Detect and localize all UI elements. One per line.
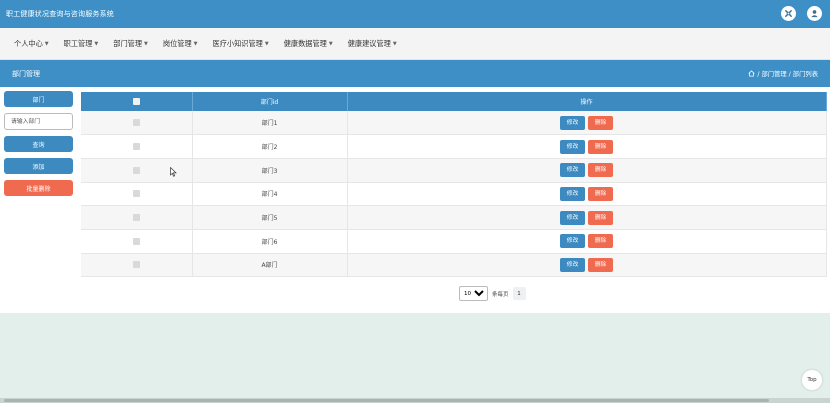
delete-button[interactable]: 删除	[588, 257, 613, 272]
edit-button[interactable]: 修改	[560, 257, 585, 272]
row-checkbox[interactable]	[132, 261, 140, 269]
row-checkbox[interactable]	[132, 166, 140, 174]
page-size-select[interactable]: 10	[459, 286, 488, 301]
row-actions: 修改 删除	[347, 134, 827, 159]
chevron-down-icon: ▼	[328, 40, 333, 47]
chevron-down-icon: ▼	[264, 40, 269, 47]
nav-item-medical-knowledge[interactable]: 医疗小知识管理 ▼	[213, 39, 269, 49]
edit-button[interactable]: 修改	[560, 186, 585, 201]
table-row: 部门2 修改 删除	[81, 134, 827, 159]
delete-button[interactable]: 删除	[588, 115, 613, 130]
page-title: 部门管理	[12, 69, 40, 78]
chevron-down-icon: ▼	[144, 40, 148, 47]
per-page-label: 条每页	[492, 291, 509, 298]
top-header: 职工健康状况查询与咨询服务系统	[0, 0, 830, 28]
nav-label: 部门管理	[113, 38, 143, 48]
table-row: 部门5 修改 删除	[81, 205, 827, 230]
row-actions: 修改 删除	[347, 253, 827, 278]
content-panel: 部门 查询 添加 批量删除 部门id 操作 部门1 修改删除 部门2 修改删除	[0, 87, 830, 313]
table-row: 部门3 修改 删除	[81, 158, 827, 183]
row-checkbox[interactable]	[132, 119, 140, 127]
chevron-down-icon: ▼	[392, 40, 397, 47]
main-nav: 个人中心 ▼ 职工管理 ▼ 部门管理 ▼ 岗位管理 ▼ 医疗小知识管理 ▼ 健康数据管理 ▼…	[0, 28, 830, 60]
delete-button[interactable]: 删除	[588, 186, 613, 201]
edit-button[interactable]: 修改	[560, 210, 585, 225]
nav-item-staff[interactable]: 职工管理 ▼	[64, 39, 99, 49]
nav-label: 健康数据管理	[283, 38, 327, 48]
nav-label: 职工管理	[63, 38, 93, 48]
home-icon[interactable]	[748, 70, 755, 77]
header-icons	[781, 6, 822, 21]
nav-item-health-advice[interactable]: 健康建议管理 ▼	[348, 39, 397, 49]
row-actions: 修改 删除	[347, 158, 827, 183]
scrollbar-thumb[interactable]	[4, 399, 769, 402]
department-name: 部门5	[192, 205, 348, 230]
search-button[interactable]: 查询	[4, 136, 73, 152]
table-row: 部门6 修改 删除	[81, 229, 827, 254]
table-row: 部门1 修改 删除	[81, 111, 827, 136]
nav-label: 医疗小知识管理	[212, 38, 263, 48]
edit-button[interactable]: 修改	[560, 163, 585, 178]
department-name: 部门4	[192, 182, 348, 207]
row-checkbox[interactable]	[132, 143, 140, 151]
edit-button[interactable]: 修改	[560, 234, 585, 249]
nav-item-department[interactable]: 部门管理 ▼	[113, 39, 148, 49]
row-actions: 修改 删除	[347, 111, 827, 136]
chevron-down-icon: ▼	[193, 40, 198, 47]
department-name: 部门2	[192, 134, 348, 159]
select-all-cell	[81, 92, 193, 111]
nav-item-personal-center[interactable]: 个人中心 ▼	[14, 39, 49, 49]
column-header-department-id: 部门id	[192, 92, 348, 111]
pagination: 10 条每页 1	[459, 286, 526, 301]
breadcrumb: / 部门管理 / 部门列表	[748, 69, 818, 78]
breadcrumb-path: / 部门管理 / 部门列表	[757, 71, 818, 78]
department-name: 部门6	[192, 229, 348, 254]
delete-button[interactable]: 删除	[588, 234, 613, 249]
department-field-label: 部门	[4, 91, 73, 107]
table-row: 部门4 修改 删除	[81, 182, 827, 207]
nav-label: 健康建议管理	[347, 38, 391, 48]
delete-button[interactable]: 删除	[588, 139, 613, 154]
back-to-top-button[interactable]: Top	[802, 370, 822, 390]
batch-delete-button[interactable]: 批量删除	[4, 180, 73, 196]
nav-label: 岗位管理	[162, 38, 192, 48]
settings-icon[interactable]	[781, 6, 796, 21]
table-header-row: 部门id 操作	[81, 92, 827, 111]
edit-button[interactable]: 修改	[560, 139, 585, 154]
nav-label: 个人中心	[14, 38, 43, 48]
department-search-input[interactable]	[4, 113, 73, 130]
user-icon[interactable]	[807, 6, 822, 21]
horizontal-scrollbar[interactable]	[0, 398, 830, 403]
row-actions: 修改 删除	[347, 182, 827, 207]
chevron-down-icon: ▼	[94, 40, 99, 47]
mouse-cursor-icon	[170, 167, 177, 177]
row-actions: 修改 删除	[347, 205, 827, 230]
edit-button[interactable]: 修改	[560, 115, 585, 130]
column-header-actions: 操作	[347, 92, 827, 111]
department-name: 部门3	[192, 158, 348, 183]
row-checkbox[interactable]	[132, 190, 140, 198]
row-checkbox[interactable]	[132, 214, 140, 222]
department-name: A部门	[192, 253, 348, 278]
table-row: A部门 修改 删除	[81, 253, 827, 278]
row-checkbox[interactable]	[132, 237, 140, 245]
nav-item-position[interactable]: 岗位管理 ▼	[163, 39, 198, 49]
select-all-checkbox[interactable]	[132, 98, 140, 105]
department-table: 部门id 操作 部门1 修改 删除 部门2 修改 删除 部门3 修改 删除 部门…	[81, 92, 827, 278]
add-button[interactable]: 添加	[4, 158, 73, 174]
chevron-down-icon: ▼	[44, 40, 49, 47]
search-sidebar: 部门 查询 添加 批量删除	[4, 91, 73, 202]
row-actions: 修改 删除	[347, 229, 827, 254]
delete-button[interactable]: 删除	[588, 163, 613, 178]
breadcrumb-bar: 部门管理 / 部门管理 / 部门列表	[0, 60, 830, 87]
nav-item-health-data[interactable]: 健康数据管理 ▼	[284, 39, 333, 49]
department-name: 部门1	[192, 111, 348, 136]
page-number-button[interactable]: 1	[512, 287, 526, 300]
delete-button[interactable]: 删除	[588, 210, 613, 225]
app-title: 职工健康状况查询与咨询服务系统	[6, 10, 114, 18]
